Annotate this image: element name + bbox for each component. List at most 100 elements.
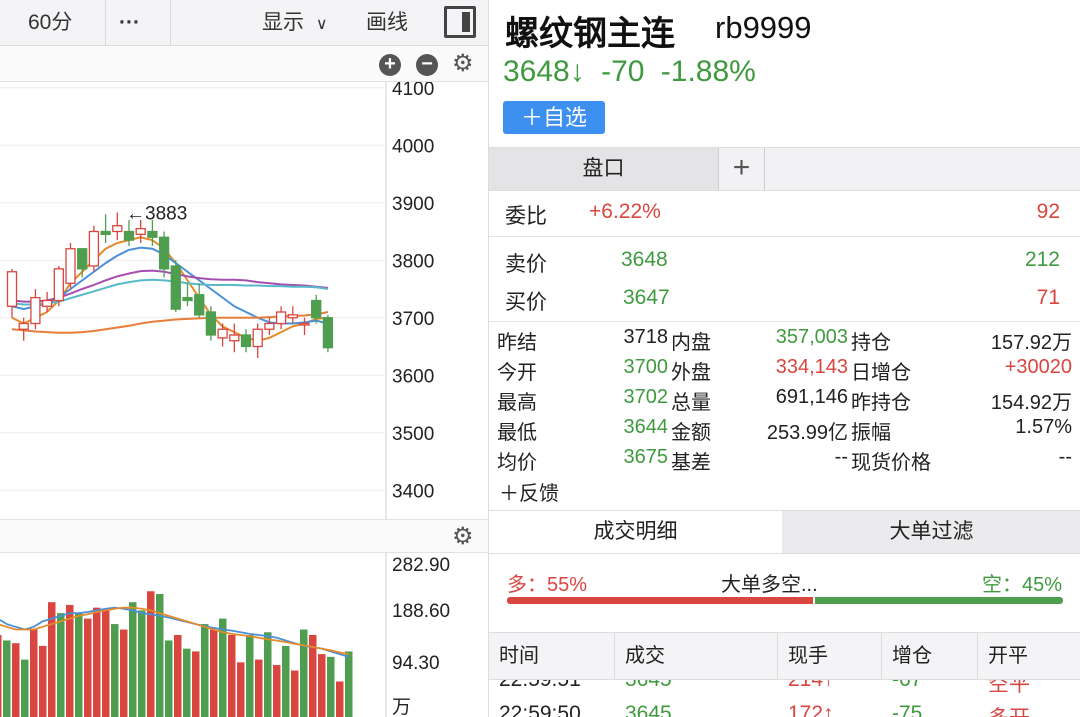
candle [112, 225, 123, 233]
stat-value: 691,146 [775, 386, 848, 408]
stat-value: 357,003 [775, 326, 848, 348]
volume-header: ⚙ [0, 519, 488, 553]
col-type[interactable]: 开平 [978, 633, 1080, 679]
volume-bar [291, 670, 299, 717]
candle [275, 311, 287, 325]
volume-bar [237, 662, 245, 717]
display-label: 显示 [262, 11, 304, 34]
period-selector[interactable]: 60分 [28, 0, 72, 46]
more-button[interactable]: ··· [119, 0, 140, 46]
stat-label: 持仓 [851, 332, 891, 354]
chevron-down-icon: ∨ [315, 16, 328, 33]
table-row[interactable]: 22:59:50 3645 172↑ -75 多开 [489, 702, 1080, 717]
stat-label: 总量 [671, 392, 711, 414]
candle [264, 322, 275, 330]
ask-price[interactable]: 3648 [621, 248, 668, 272]
order-ratio-diff: 92 [1036, 200, 1060, 223]
candle [6, 271, 18, 307]
volume-bar [318, 654, 326, 717]
stat-label: 内盘 [671, 332, 711, 354]
stat-label: 基差 [671, 452, 711, 474]
candle [287, 314, 298, 319]
add-tab-icon[interactable]: + [719, 148, 765, 190]
volume-bar [120, 629, 128, 717]
col-price[interactable]: 成交 [615, 633, 778, 679]
instrument-name: 螺纹钢主连 [505, 15, 675, 53]
candle [88, 230, 100, 267]
candle [65, 248, 76, 284]
volume-bar [201, 624, 209, 717]
high-annotation: ←3883 [126, 204, 187, 225]
gear-icon[interactable]: ⚙ [452, 49, 474, 78]
candle [147, 230, 158, 238]
instrument-code: rb9999 [715, 10, 812, 45]
volume-bar [30, 629, 38, 717]
trade-cell-chg: -75 [892, 702, 923, 717]
long-bar [507, 597, 813, 604]
candle [30, 296, 41, 325]
volume-tick-label: 94.30 [392, 653, 440, 674]
volume-bar [174, 635, 182, 717]
col-oi-change[interactable]: 增仓 [882, 633, 978, 679]
zoom-in-icon[interactable]: + [379, 54, 401, 76]
stat-label: 今开 [497, 362, 537, 384]
stat-value: 253.99亿 [766, 422, 848, 444]
price-change: -70 [601, 55, 645, 88]
volume-bar [273, 665, 281, 717]
col-time[interactable]: 时间 [489, 633, 615, 679]
trade-cell-hand: 214↑ [788, 680, 834, 692]
table-row[interactable]: 22:59:51 3645 214↑ -67 空平 [489, 680, 1080, 700]
large-order-label: 大单多空... [721, 574, 818, 596]
candle [53, 268, 64, 302]
trade-subtabs: 成交明细 大单过滤 [489, 510, 1080, 554]
candle [123, 230, 135, 241]
candle [100, 230, 111, 236]
tab-orderbook[interactable]: 盘口 [489, 148, 719, 190]
trade-cell-type: 空平 [988, 680, 1030, 696]
volume-bar [327, 656, 335, 717]
trade-cell-price: 3645 [625, 680, 672, 692]
y-tick-label: 3600 [392, 366, 434, 387]
tab-trade-detail[interactable]: 成交明细 [489, 511, 782, 553]
stat-value: 3644 [623, 416, 669, 438]
trade-list: 22:59:51 3645 214↑ -67 空平 22:59:50 3645 172↑ -75… [489, 680, 1080, 717]
volume-bar [75, 613, 83, 717]
trade-cell-time: 22:59:51 [499, 680, 581, 692]
stat-value: 154.92万 [990, 392, 1072, 414]
panel-toggle-icon[interactable] [444, 6, 476, 38]
add-watchlist-button[interactable]: ＋自选 [503, 101, 605, 134]
stat-value: 1.57% [1015, 416, 1072, 438]
volume-bar [255, 659, 263, 717]
price-change-pct: -1.88% [660, 55, 756, 88]
gear-icon[interactable]: ⚙ [452, 522, 474, 551]
y-tick-label: 3700 [392, 309, 434, 330]
order-ratio-label: 委比 [505, 205, 547, 228]
stat-label: 现货价格 [851, 452, 931, 474]
tab-large-order-filter[interactable]: 大单过滤 [782, 511, 1080, 553]
kline-chart[interactable]: 4100 4000 3900 3800 3700 3600 3500 3400 ←3883 [0, 82, 488, 519]
stat-label: 昨持仓 [851, 392, 911, 414]
candle [311, 299, 322, 319]
last-price: 3648↓ [503, 55, 585, 88]
volume-bar [192, 651, 200, 717]
bid-label: 买价 [505, 291, 547, 314]
volume-bar [84, 618, 92, 717]
display-dropdown[interactable]: 显示 ∨ [262, 0, 328, 46]
y-tick-label: 3900 [392, 194, 434, 215]
volume-chart[interactable]: 282.90 188.60 94.30 万 [0, 553, 488, 717]
stat-value: -- [834, 446, 848, 468]
candle [135, 227, 146, 236]
bid-price[interactable]: 3647 [623, 286, 670, 310]
trade-cell-price: 3645 [625, 702, 672, 717]
stat-label: 金额 [671, 422, 711, 444]
volume-bar [282, 645, 290, 717]
volume-bar [57, 613, 65, 717]
col-hand[interactable]: 现手 [778, 633, 882, 679]
trade-cell-time: 22:59:50 [499, 702, 581, 717]
feedback-link[interactable]: ＋反馈 [499, 477, 559, 506]
candle [322, 317, 334, 349]
stat-label: 最低 [497, 422, 537, 444]
draw-line-button[interactable]: 画线 [366, 0, 408, 46]
zoom-out-icon[interactable]: − [416, 54, 438, 76]
volume-bar [300, 629, 308, 717]
